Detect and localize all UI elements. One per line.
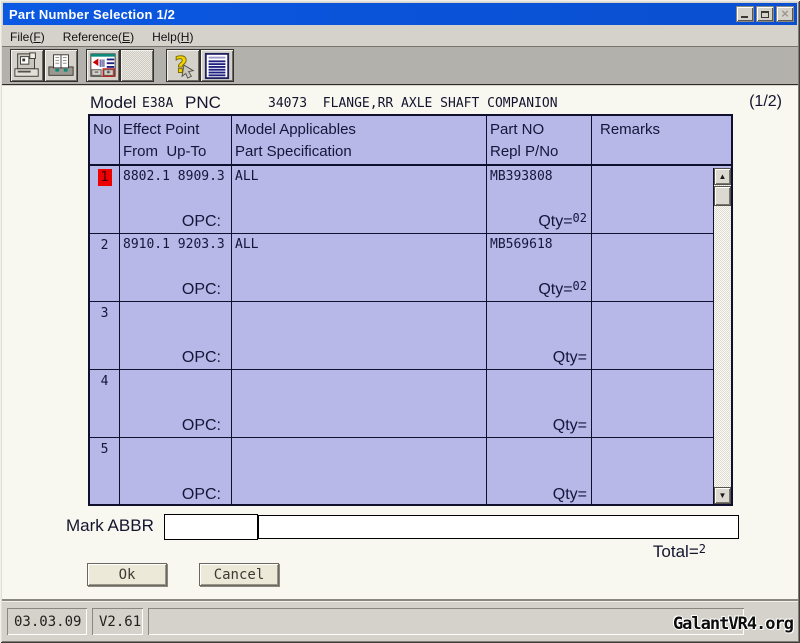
model-applicables-value: ALL — [235, 169, 258, 184]
row-number: 1 — [98, 169, 112, 186]
table-row-5[interactable]: 5 OPC: Qty= — [90, 438, 731, 506]
menu-reference[interactable]: Reference(E) — [63, 30, 134, 44]
qty-label: Qty=02 — [538, 211, 587, 231]
status-version: V2.61 — [92, 608, 143, 635]
book-icon — [47, 52, 75, 80]
total-line: Total=2 — [653, 542, 706, 562]
qty-value: 02 — [573, 279, 587, 293]
mark-abbr-extended-input[interactable] — [258, 515, 739, 539]
effect-point-values — [123, 305, 131, 320]
model-label: Model — [90, 93, 136, 113]
qty-label: Qty=02 — [538, 279, 587, 299]
help-button[interactable]: ? — [166, 49, 200, 82]
minimize-icon — [741, 16, 748, 18]
col-header-part-no: Part NORepl P/No — [487, 116, 592, 164]
opc-label: OPC: — [182, 349, 221, 367]
table-row-4[interactable]: 4 OPC: Qty= — [90, 370, 731, 438]
table-row-2[interactable]: 2 8910.1 9203.3 OPC: ALL MB569618 Qty=02 — [90, 234, 731, 302]
effect-point-values — [123, 373, 131, 388]
status-bar: 03.03.09 V2.61 GalantVR4.org — [2, 601, 798, 641]
list-window-icon — [203, 52, 231, 80]
status-message — [148, 608, 744, 635]
effect-point-values: 8910.1 9203.3 — [123, 237, 225, 252]
row-number: 4 — [98, 373, 112, 390]
qty-value: 02 — [573, 211, 587, 225]
table-scrollbar[interactable]: ▲ ▼ — [713, 168, 731, 504]
total-value: 2 — [699, 542, 706, 556]
maximize-icon — [761, 11, 769, 18]
part-no-value: MB569618 — [490, 237, 553, 252]
menu-help[interactable]: Help(H) — [152, 30, 193, 44]
col-header-no: No — [90, 116, 120, 164]
printer-icon — [13, 52, 41, 80]
row-number: 3 — [98, 305, 112, 322]
ok-button[interactable]: Ok — [87, 563, 167, 586]
menu-bar: File(F) Reference(E) Help(H) — [2, 27, 798, 46]
opc-label: OPC: — [182, 213, 221, 231]
table-header-row: No Effect PointFrom Up-To Model Applicab… — [90, 116, 731, 166]
total-label: Total= — [653, 542, 699, 561]
mark-abbr-input[interactable] — [164, 514, 258, 540]
catalog-button[interactable] — [44, 49, 78, 82]
part-no-value: MB393808 — [490, 169, 553, 184]
disabled-blank-button — [120, 49, 154, 82]
status-date: 03.03.09 — [7, 608, 87, 635]
navigation-panel-icon — [89, 52, 117, 80]
close-button[interactable]: × — [776, 6, 794, 22]
col-header-effect-point: Effect PointFrom Up-To — [120, 116, 232, 164]
toolbar: ? — [2, 46, 798, 85]
minimize-button[interactable] — [736, 6, 754, 22]
qty-label: Qty= — [553, 484, 587, 504]
pnc-label: PNC — [185, 93, 221, 113]
maximize-button[interactable] — [756, 6, 774, 22]
row-number: 5 — [98, 441, 112, 458]
svg-text:?: ? — [175, 52, 188, 78]
scrollbar-thumb[interactable] — [714, 186, 731, 206]
effect-point-values — [123, 441, 131, 456]
table-body: 1 8802.1 8909.3 OPC: ALL MB393808 Qty=02… — [90, 166, 731, 506]
opc-label: OPC: — [182, 417, 221, 435]
window-title: Part Number Selection 1/2 — [9, 7, 175, 22]
table-row-3[interactable]: 3 OPC: Qty= — [90, 302, 731, 370]
down-arrow-icon: ▼ — [719, 491, 727, 500]
qty-label: Qty= — [553, 415, 587, 435]
row-number: 2 — [98, 237, 112, 254]
pnc-value: 34073 FLANGE,RR AXLE SHAFT COMPANION — [268, 96, 558, 111]
list-window-button[interactable] — [200, 49, 234, 82]
scroll-down-button[interactable]: ▼ — [714, 487, 731, 504]
mark-abbr-label: Mark ABBR — [66, 516, 154, 536]
table-row-1[interactable]: 1 8802.1 8909.3 OPC: ALL MB393808 Qty=02 — [90, 166, 731, 234]
col-header-model-applicables: Model ApplicablesPart Specification — [232, 116, 487, 164]
up-arrow-icon: ▲ — [719, 172, 727, 181]
title-bar: Part Number Selection 1/2 × — [3, 3, 797, 25]
scroll-up-button[interactable]: ▲ — [714, 168, 731, 185]
page-indicator: (1/2) — [749, 93, 782, 111]
opc-label: OPC: — [182, 486, 221, 504]
part-navigation-button[interactable] — [86, 49, 120, 82]
document-header: Model E38A PNC 34073 FLANGE,RR AXLE SHAF… — [2, 93, 798, 115]
window-controls: × — [736, 6, 797, 22]
opc-label: OPC: — [182, 281, 221, 299]
cancel-button[interactable]: Cancel — [199, 563, 279, 586]
part-table: No Effect PointFrom Up-To Model Applicab… — [88, 114, 733, 506]
help-question-icon: ? — [169, 52, 197, 80]
menu-file[interactable]: File(F) — [10, 30, 45, 44]
watermark-text: GalantVR4.org — [673, 614, 793, 634]
main-content: Model E38A PNC 34073 FLANGE,RR AXLE SHAF… — [2, 86, 798, 601]
close-icon: × — [781, 9, 789, 19]
print-button[interactable] — [10, 49, 44, 82]
model-applicables-value: ALL — [235, 237, 258, 252]
model-value: E38A — [142, 96, 173, 111]
qty-label: Qty= — [553, 347, 587, 367]
effect-point-values: 8802.1 8909.3 — [123, 169, 225, 184]
col-header-remarks: Remarks — [592, 116, 731, 164]
application-window: Part Number Selection 1/2 × File(F) Refe… — [0, 0, 800, 643]
mark-abbr-row: Mark ABBR — [2, 514, 798, 542]
